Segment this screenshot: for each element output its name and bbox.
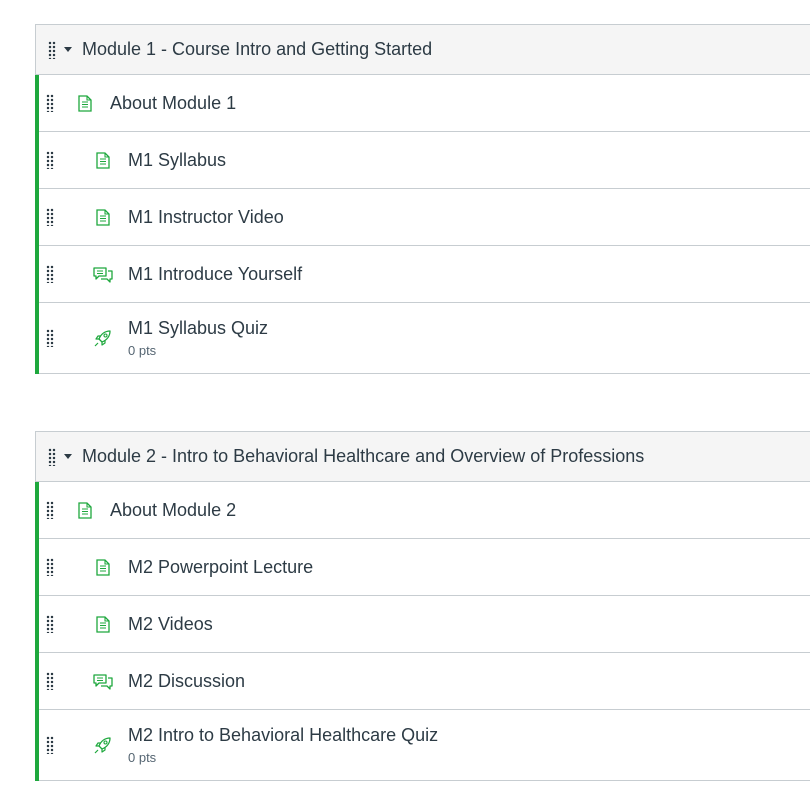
discussion-icon (93, 264, 113, 284)
item-title[interactable]: M1 Syllabus (128, 150, 226, 171)
module-item[interactable]: M2 Videos (39, 596, 810, 653)
item-title[interactable]: M1 Syllabus Quiz (128, 318, 268, 339)
drag-handle-icon[interactable] (46, 736, 54, 754)
module-item[interactable]: M2 Powerpoint Lecture (39, 539, 810, 596)
drag-handle-icon[interactable] (46, 672, 54, 690)
module-items: About Module 2 M2 Powerpoint Lecture M2 … (35, 482, 810, 781)
module-header[interactable]: Module 2 - Intro to Behavioral Healthcar… (36, 432, 810, 482)
drag-handle-icon[interactable] (46, 558, 54, 576)
discussion-icon (93, 671, 113, 691)
collapse-caret-icon[interactable] (64, 47, 72, 52)
item-title[interactable]: M1 Instructor Video (128, 207, 284, 228)
item-title[interactable]: M2 Powerpoint Lecture (128, 557, 313, 578)
drag-handle-icon[interactable] (48, 40, 56, 59)
drag-handle-icon[interactable] (46, 208, 54, 226)
item-points: 0 pts (128, 343, 157, 358)
module-item[interactable]: M1 Syllabus (39, 132, 810, 189)
module-item[interactable]: M2 Discussion (39, 653, 810, 710)
item-title[interactable]: M2 Discussion (128, 671, 245, 692)
collapse-caret-icon[interactable] (64, 454, 72, 459)
item-title-group: M1 Syllabus Quiz 0 pts (128, 318, 268, 358)
drag-handle-icon[interactable] (46, 265, 54, 283)
item-title[interactable]: About Module 1 (110, 93, 236, 114)
page-icon (93, 614, 113, 634)
drag-handle-icon[interactable] (46, 329, 54, 347)
module-title[interactable]: Module 2 - Intro to Behavioral Healthcar… (82, 446, 644, 467)
page-icon (93, 207, 113, 227)
item-title[interactable]: About Module 2 (110, 500, 236, 521)
module-item[interactable]: About Module 1 (39, 75, 810, 132)
page-icon (75, 93, 95, 113)
module-item[interactable]: About Module 2 (39, 482, 810, 539)
page-icon (93, 150, 113, 170)
drag-handle-icon[interactable] (46, 501, 54, 519)
module-item[interactable]: M2 Intro to Behavioral Healthcare Quiz 0… (39, 710, 810, 781)
module-items: About Module 1 M1 Syllabus M1 Instructor… (35, 75, 810, 374)
page-icon (75, 500, 95, 520)
item-title[interactable]: M2 Intro to Behavioral Healthcare Quiz (128, 725, 438, 746)
item-title[interactable]: M1 Introduce Yourself (128, 264, 302, 285)
module-item[interactable]: M1 Syllabus Quiz 0 pts (39, 303, 810, 374)
drag-handle-icon[interactable] (46, 151, 54, 169)
module-title[interactable]: Module 1 - Course Intro and Getting Star… (82, 39, 432, 60)
module-1: Module 1 - Course Intro and Getting Star… (35, 24, 810, 374)
drag-handle-icon[interactable] (48, 447, 56, 466)
module-item[interactable]: M1 Instructor Video (39, 189, 810, 246)
quiz-icon (93, 735, 113, 755)
quiz-icon (93, 328, 113, 348)
module-header[interactable]: Module 1 - Course Intro and Getting Star… (36, 25, 810, 75)
module-item[interactable]: M1 Introduce Yourself (39, 246, 810, 303)
module-2: Module 2 - Intro to Behavioral Healthcar… (35, 431, 810, 781)
item-title[interactable]: M2 Videos (128, 614, 213, 635)
item-title-group: M2 Intro to Behavioral Healthcare Quiz 0… (128, 725, 438, 765)
drag-handle-icon[interactable] (46, 615, 54, 633)
page-icon (93, 557, 113, 577)
item-points: 0 pts (128, 750, 157, 765)
drag-handle-icon[interactable] (46, 94, 54, 112)
